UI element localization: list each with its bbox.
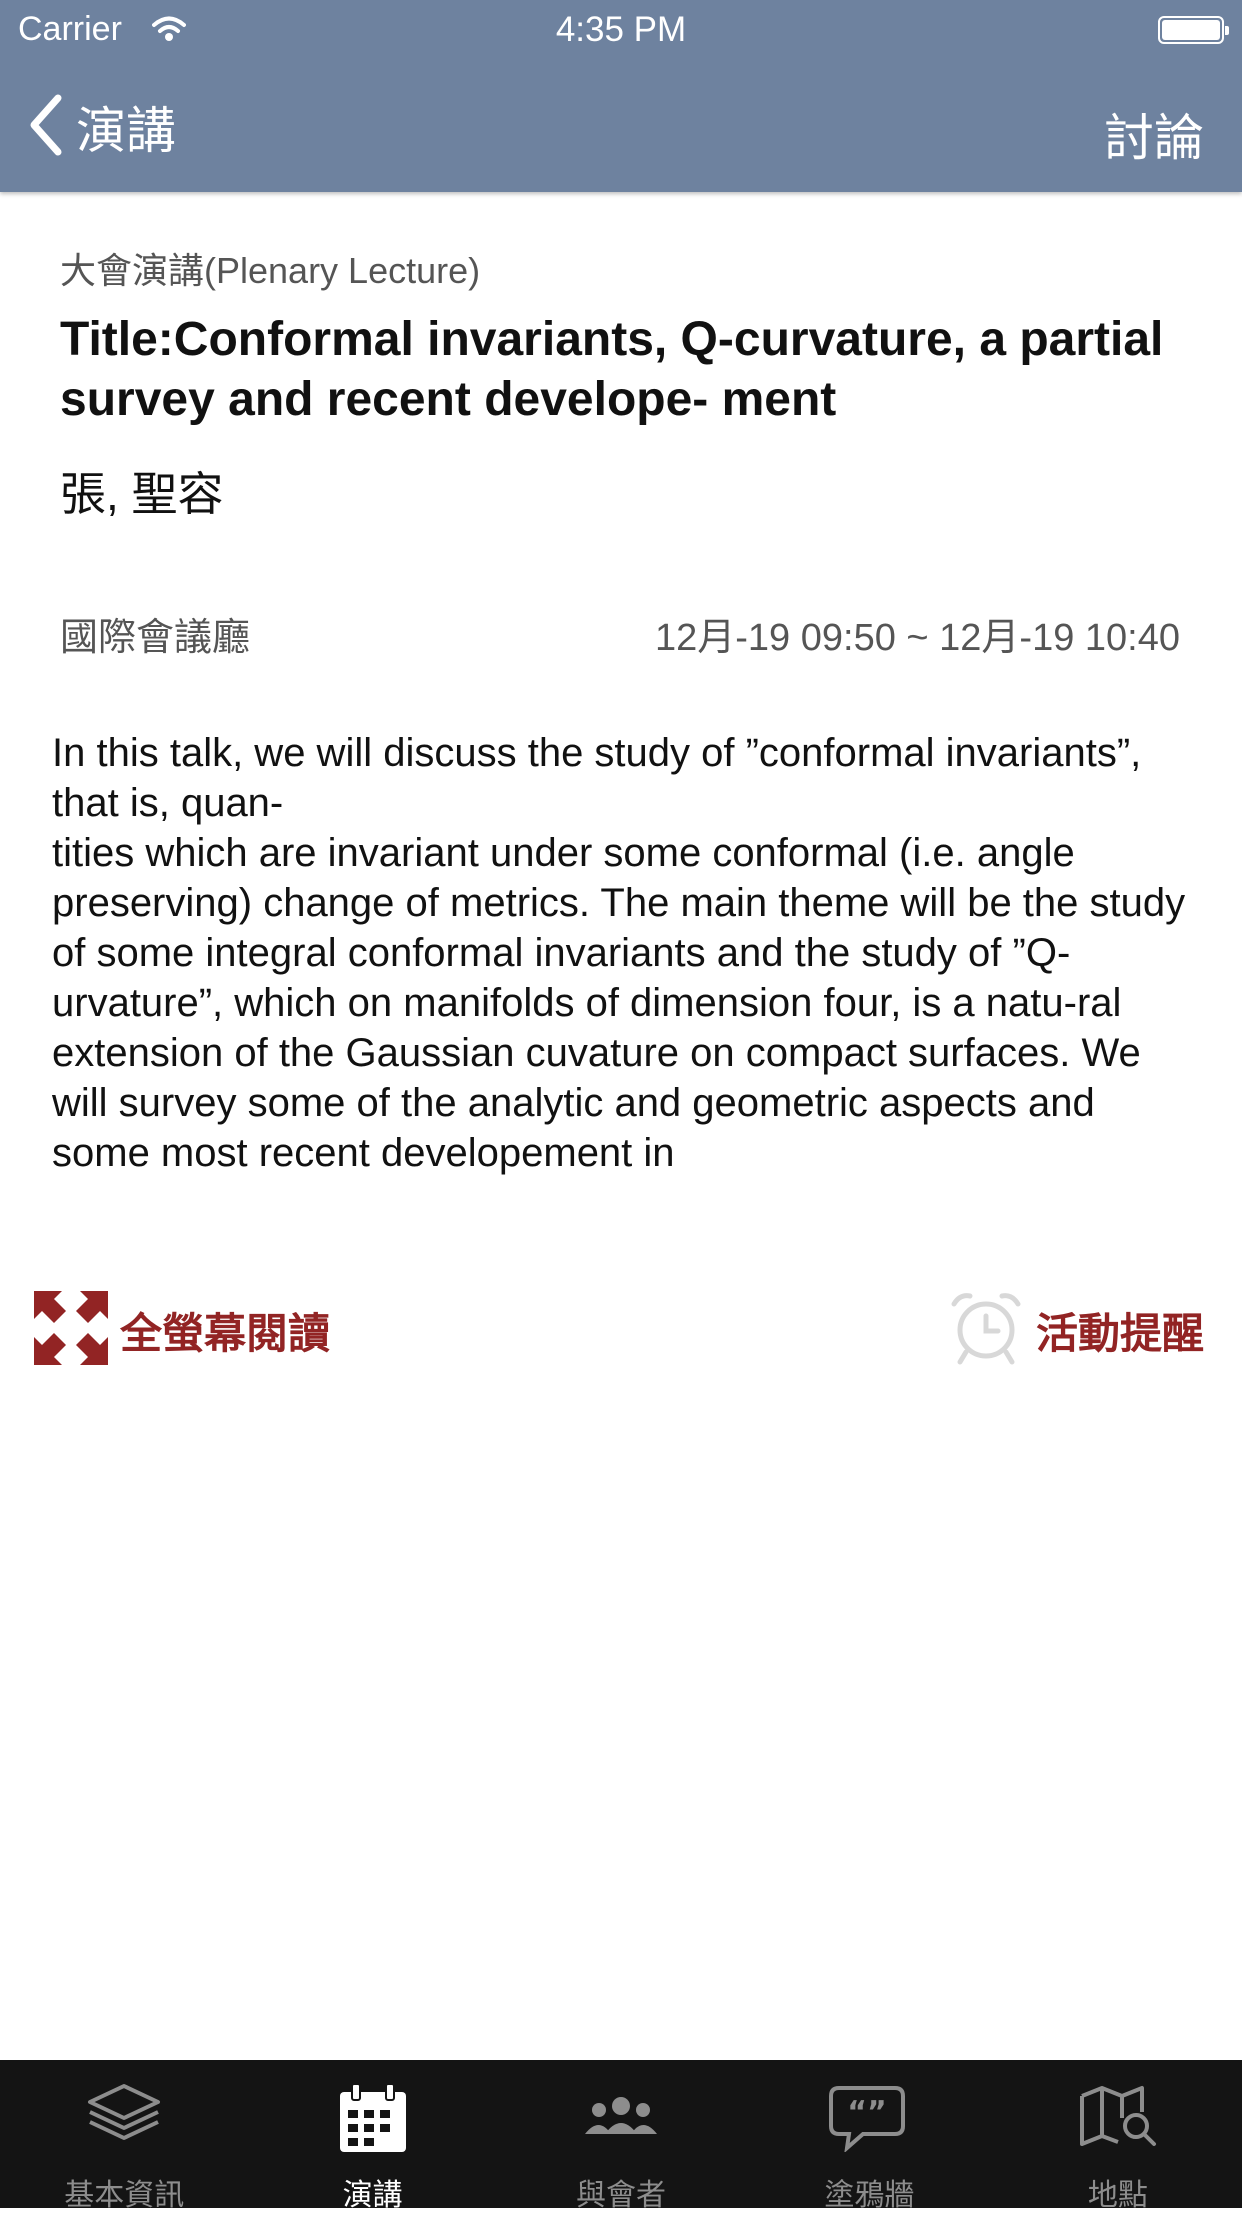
- lecture-title: Title:Conformal invariants, Q-curvature,…: [60, 313, 1164, 426]
- chat-bubble-icon: “”: [829, 2082, 909, 2157]
- tab-basic-info[interactable]: 基本資訊: [0, 2060, 248, 2212]
- tab-label: 與會者: [576, 2179, 667, 2212]
- tab-label: 地點: [1087, 2179, 1148, 2212]
- tab-bar: 基本資訊 演講 與會者 “” 塗鴉牆 地點: [0, 2060, 1242, 2212]
- battery-icon: [1158, 16, 1229, 44]
- tab-label: 基本資訊: [64, 2179, 185, 2212]
- lecture-speaker: 張, 聖容: [60, 468, 224, 520]
- lecture-time: 12月-19 09:50 ~ 12月-19 10:40: [655, 617, 1180, 659]
- back-button[interactable]: 演講: [28, 92, 176, 162]
- chevron-left-icon: [28, 94, 64, 161]
- reminder-label: 活動提醒: [1035, 1309, 1204, 1357]
- tab-wall[interactable]: “” 塗鴉牆: [745, 2060, 993, 2212]
- lecture-category: 大會演講(Plenary Lecture): [60, 250, 481, 291]
- map-search-icon: [1078, 2082, 1158, 2157]
- layers-icon: [86, 2082, 162, 2151]
- tab-label: 演講: [342, 2179, 403, 2212]
- lecture-venue: 國際會議廳: [60, 617, 251, 659]
- discussion-button[interactable]: 討論: [1104, 98, 1204, 170]
- fullscreen-label: 全螢幕閱讀: [120, 1309, 331, 1357]
- tab-label: 塗鴉牆: [824, 2179, 915, 2212]
- svg-text:“”: “”: [848, 2095, 887, 2130]
- fullscreen-read-button[interactable]: 全螢幕閱讀: [34, 1290, 331, 1370]
- lecture-abstract: In this talk, we will discuss the study …: [52, 731, 1186, 1175]
- alarm-clock-icon: [948, 1290, 1024, 1371]
- people-icon: [581, 2082, 661, 2151]
- calendar-icon: [336, 2082, 410, 2161]
- back-label: 演講: [76, 103, 176, 159]
- header: Carrier 4:35 PM 演講 討論: [0, 0, 1242, 192]
- tab-location[interactable]: 地點: [994, 2060, 1242, 2212]
- expand-icon: [34, 1290, 108, 1370]
- tab-attendees[interactable]: 與會者: [497, 2060, 745, 2212]
- status-bar: Carrier 4:35 PM: [0, 0, 1242, 62]
- reminder-button[interactable]: 活動提醒: [948, 1292, 1204, 1368]
- status-time: 4:35 PM: [555, 10, 687, 49]
- tab-lectures[interactable]: 演講: [248, 2060, 496, 2212]
